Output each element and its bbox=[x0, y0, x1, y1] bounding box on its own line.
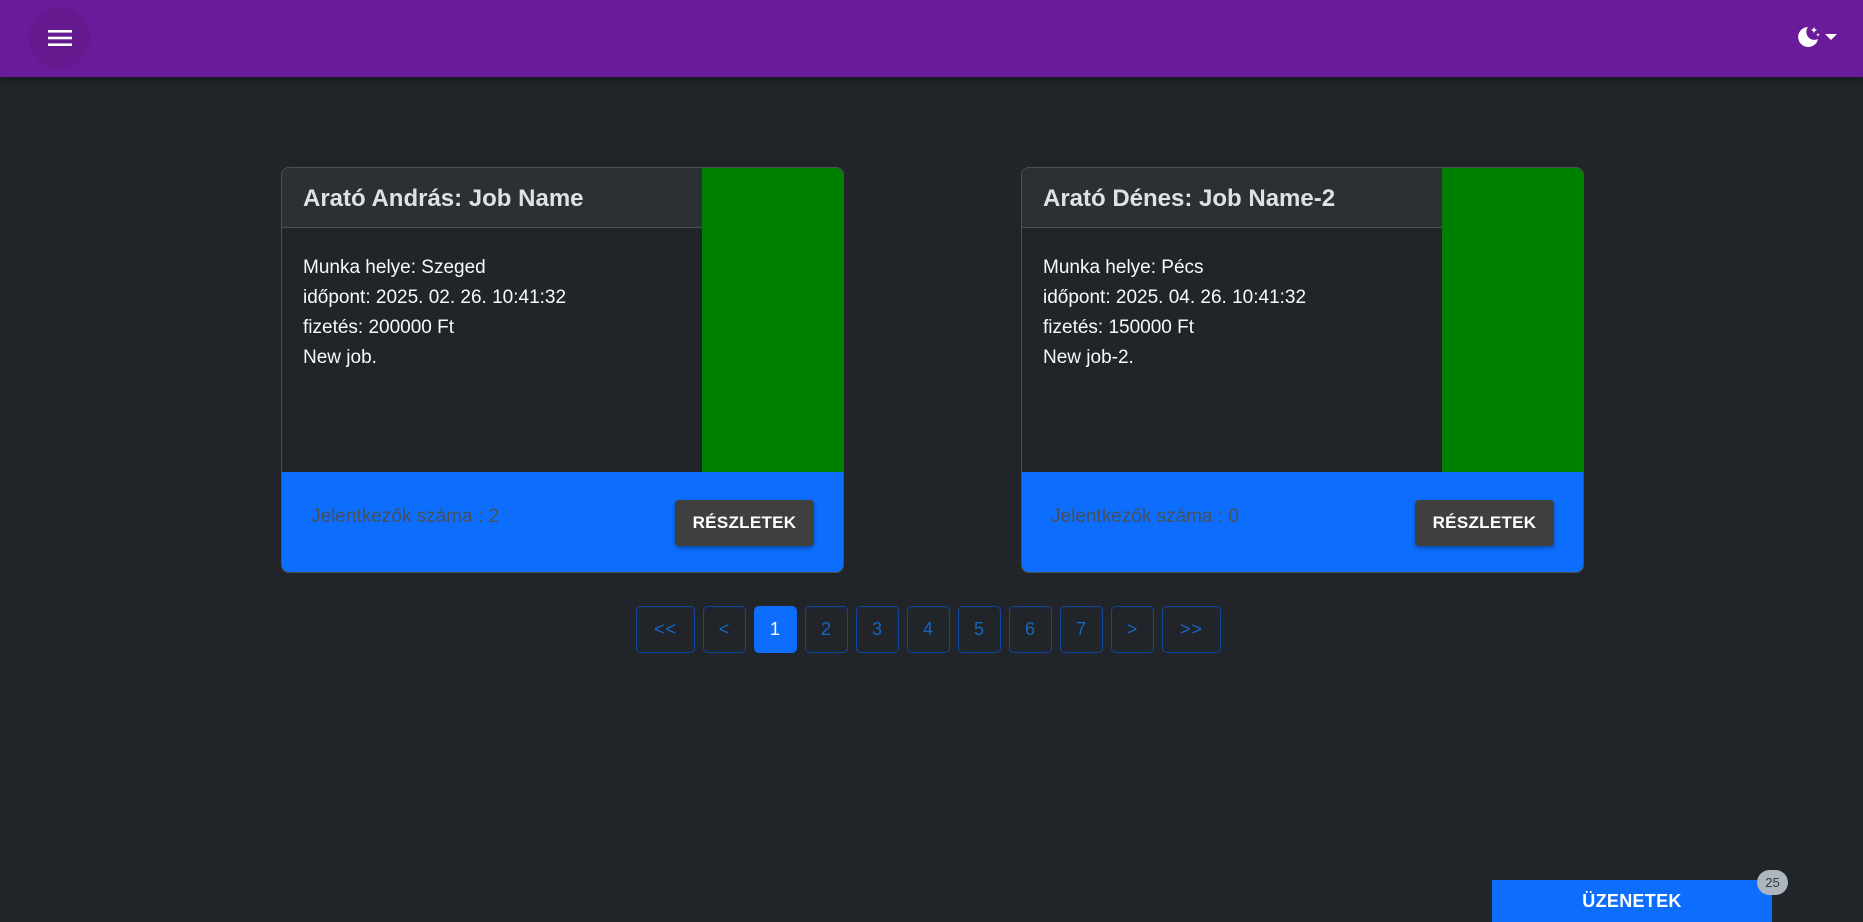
applicants-count: Jelentkezők száma : 0 bbox=[1051, 506, 1239, 527]
page-button-4[interactable]: 4 bbox=[907, 606, 950, 653]
page-button-5[interactable]: 5 bbox=[958, 606, 1001, 653]
job-card-footer: Jelentkezők száma : 2 RÉSZLETEK bbox=[282, 472, 843, 572]
page-button-7[interactable]: 7 bbox=[1060, 606, 1103, 653]
previous-page-button[interactable]: < bbox=[703, 606, 746, 653]
page-button-3[interactable]: 3 bbox=[856, 606, 899, 653]
job-title: Arató Dénes: Job Name-2 bbox=[1022, 168, 1442, 228]
page-button-6[interactable]: 6 bbox=[1009, 606, 1052, 653]
job-card: Arató Dénes: Job Name-2 Munka helye: Péc… bbox=[1021, 167, 1584, 573]
menu-button[interactable] bbox=[29, 7, 90, 68]
job-details: Munka helye: Pécs időpont: 2025. 04. 26.… bbox=[1022, 228, 1442, 373]
job-location: Munka helye: Szeged bbox=[303, 257, 486, 278]
page-button-2[interactable]: 2 bbox=[805, 606, 848, 653]
messages-count-badge: 25 bbox=[1757, 870, 1788, 895]
applicants-count: Jelentkezők száma : 2 bbox=[311, 506, 499, 527]
job-description: New job-2. bbox=[1043, 347, 1134, 368]
job-time: időpont: 2025. 02. 26. 10:41:32 bbox=[303, 287, 567, 308]
job-details: Munka helye: Szeged időpont: 2025. 02. 2… bbox=[282, 228, 702, 373]
job-card: Arató András: Job Name Munka helye: Szeg… bbox=[281, 167, 844, 573]
details-button[interactable]: RÉSZLETEK bbox=[675, 500, 814, 546]
job-salary: fizetés: 150000 Ft bbox=[1043, 317, 1195, 338]
top-app-bar bbox=[0, 0, 1863, 77]
details-button[interactable]: RÉSZLETEK bbox=[1415, 500, 1554, 546]
job-card-footer: Jelentkezők száma : 0 RÉSZLETEK bbox=[1022, 472, 1583, 572]
job-card-content: Arató András: Job Name Munka helye: Szeg… bbox=[282, 168, 702, 472]
theme-toggle-button[interactable] bbox=[1789, 22, 1837, 52]
last-page-button[interactable]: >> bbox=[1162, 606, 1221, 653]
job-title: Arató András: Job Name bbox=[282, 168, 702, 228]
hamburger-menu-icon bbox=[47, 29, 72, 46]
job-salary: fizetés: 200000 Ft bbox=[303, 317, 455, 338]
job-card-content: Arató Dénes: Job Name-2 Munka helye: Péc… bbox=[1022, 168, 1442, 472]
first-page-button[interactable]: << bbox=[636, 606, 695, 653]
job-description: New job. bbox=[303, 347, 377, 368]
messages-button[interactable]: ÜZENETEK bbox=[1492, 880, 1772, 922]
pagination: << < 1 2 3 4 5 6 7 > >> bbox=[636, 606, 1221, 653]
caret-down-icon bbox=[1825, 34, 1837, 40]
job-location: Munka helye: Pécs bbox=[1043, 257, 1204, 278]
next-page-button[interactable]: > bbox=[1111, 606, 1154, 653]
page-button-1[interactable]: 1 bbox=[754, 606, 797, 653]
job-time: időpont: 2025. 04. 26. 10:41:32 bbox=[1043, 287, 1307, 308]
moon-stars-icon bbox=[1798, 27, 1820, 47]
